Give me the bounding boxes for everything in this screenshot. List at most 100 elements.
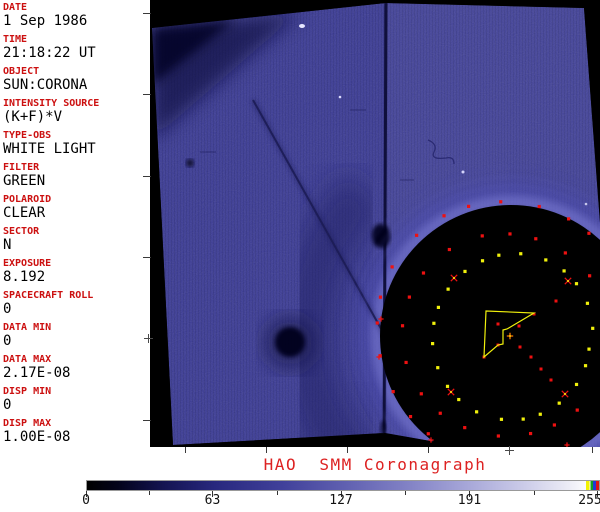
- field-label: SECTOR: [3, 226, 40, 237]
- field-label: OBJECT: [3, 66, 40, 77]
- inner-yellow-dot: [445, 384, 450, 388]
- coronagraph-image: [150, 0, 600, 447]
- red-dot: [518, 345, 522, 349]
- metadata-field: EXPOSURE 8.192: [3, 258, 149, 290]
- field-value: (K+F)*V: [3, 109, 63, 125]
- inner-yellow-dot: [544, 258, 548, 262]
- field-value: CLEAR: [3, 205, 46, 221]
- metadata-field: OBJECT SUN:CORONA: [3, 66, 149, 98]
- frame-tick: [143, 176, 151, 177]
- middle-red-dot: [404, 360, 408, 365]
- field-value: 8.192: [3, 269, 46, 285]
- dust-blob: [275, 327, 305, 357]
- outer-red-dot: [587, 231, 591, 235]
- field-label: DISP MIN: [3, 386, 52, 397]
- plus-fiducial: [144, 334, 153, 343]
- inner-yellow-dot: [499, 417, 504, 421]
- metadata-panel: DATE 1 Sep 1986 TIME 21:18:22 UT OBJECT SUN:C…: [3, 2, 149, 450]
- field-value: N: [3, 237, 12, 253]
- frame-tick: [143, 94, 151, 95]
- inner-yellow-dot: [475, 410, 479, 414]
- diagonal-x-marker-center: [450, 391, 452, 393]
- field-value: 0: [3, 301, 12, 317]
- field-label: FILTER: [3, 162, 40, 173]
- metadata-field: TIME 21:18:22 UT: [3, 34, 149, 66]
- red-dot: [554, 299, 558, 303]
- outer-red-dot: [499, 200, 503, 204]
- field-value: 0: [3, 397, 12, 413]
- red-dot: [549, 378, 553, 382]
- colorbar-tick: [276, 491, 278, 495]
- colorbar-tick-label: 0: [82, 493, 90, 508]
- inner-yellow-dot: [585, 301, 590, 305]
- outer-red-dot: [466, 204, 471, 208]
- inner-yellow-dot: [562, 269, 566, 273]
- metadata-field: DISP MAX 1.00E-08: [3, 418, 149, 450]
- frame-tick: [185, 447, 186, 453]
- middle-red-dot: [528, 431, 533, 436]
- inner-yellow-dot: [574, 282, 579, 286]
- middle-red-dot: [575, 408, 579, 412]
- middle-red-dot: [419, 392, 423, 396]
- frame-tick: [347, 447, 348, 453]
- inner-yellow-dot: [557, 401, 561, 405]
- middle-red-dot: [438, 411, 442, 415]
- frame-tick: [592, 447, 593, 453]
- metadata-field: POLAROID CLEAR: [3, 194, 149, 226]
- outer-red-dot: [375, 321, 379, 325]
- metadata-field: FILTER GREEN: [3, 162, 149, 194]
- field-label: DISP MAX: [3, 418, 52, 429]
- field-label: POLAROID: [3, 194, 52, 205]
- inner-yellow-dot: [457, 397, 461, 402]
- frame-tick: [143, 420, 151, 421]
- inner-yellow-dot: [436, 305, 441, 309]
- middle-red-dot: [588, 274, 592, 278]
- inner-yellow-dot: [463, 269, 467, 274]
- bright-speck: [299, 24, 305, 28]
- diagonal-x-marker-center: [453, 277, 455, 279]
- inner-yellow-dot: [430, 342, 435, 346]
- colorbar-tick: [149, 491, 151, 495]
- outer-red-dot: [567, 217, 571, 221]
- field-label: DATE: [3, 2, 28, 13]
- red-dot: [496, 322, 500, 326]
- frame-tick: [143, 257, 151, 258]
- inner-yellow-dot: [480, 259, 485, 263]
- inner-yellow-dot: [446, 287, 450, 291]
- metadata-field: DATE 1 Sep 1986: [3, 2, 149, 34]
- inner-yellow-dot: [432, 321, 436, 325]
- inner-yellow-dot: [587, 347, 591, 351]
- red-dot: [517, 324, 521, 328]
- outer-red-dot: [537, 204, 541, 209]
- outer-red-dot: [408, 414, 413, 419]
- colorbar-tick-label: 191: [457, 493, 482, 508]
- field-label: EXPOSURE: [3, 258, 52, 269]
- colorbar-gradient: [87, 481, 599, 490]
- metadata-field: SECTOR N: [3, 226, 149, 258]
- inner-yellow-dot: [436, 366, 440, 370]
- small-dark-spot: [186, 159, 194, 167]
- field-value: 21:18:22 UT: [3, 45, 96, 61]
- metadata-field: TYPE-OBS WHITE LIGHT: [3, 130, 149, 162]
- middle-red-dot: [480, 234, 484, 238]
- field-value: 0: [3, 333, 12, 349]
- inner-yellow-dot: [574, 382, 579, 387]
- middle-red-dot: [508, 232, 512, 236]
- field-label: SPACECRAFT ROLL: [3, 290, 94, 301]
- outer-red-dot: [442, 214, 446, 218]
- middle-red-dot: [463, 426, 467, 430]
- field-value: WHITE LIGHT: [3, 141, 96, 157]
- middle-red-dot: [534, 237, 538, 241]
- frame-tick: [143, 13, 151, 14]
- field-value: 1 Sep 1986: [3, 13, 88, 29]
- inner-yellow-dot: [519, 252, 523, 256]
- colorbar: [86, 480, 600, 491]
- pylon-line: [382, 3, 388, 441]
- colorbar-tick-label: 255: [578, 493, 600, 508]
- image-title: HAO SMM Coronagraph: [263, 455, 487, 474]
- field-label: TYPE-OBS: [3, 130, 52, 141]
- diagonal-x-marker-center: [567, 280, 569, 282]
- field-value: 1.00E-08: [3, 429, 71, 445]
- metadata-field: DISP MIN 0: [3, 386, 149, 418]
- field-value: GREEN: [3, 173, 46, 189]
